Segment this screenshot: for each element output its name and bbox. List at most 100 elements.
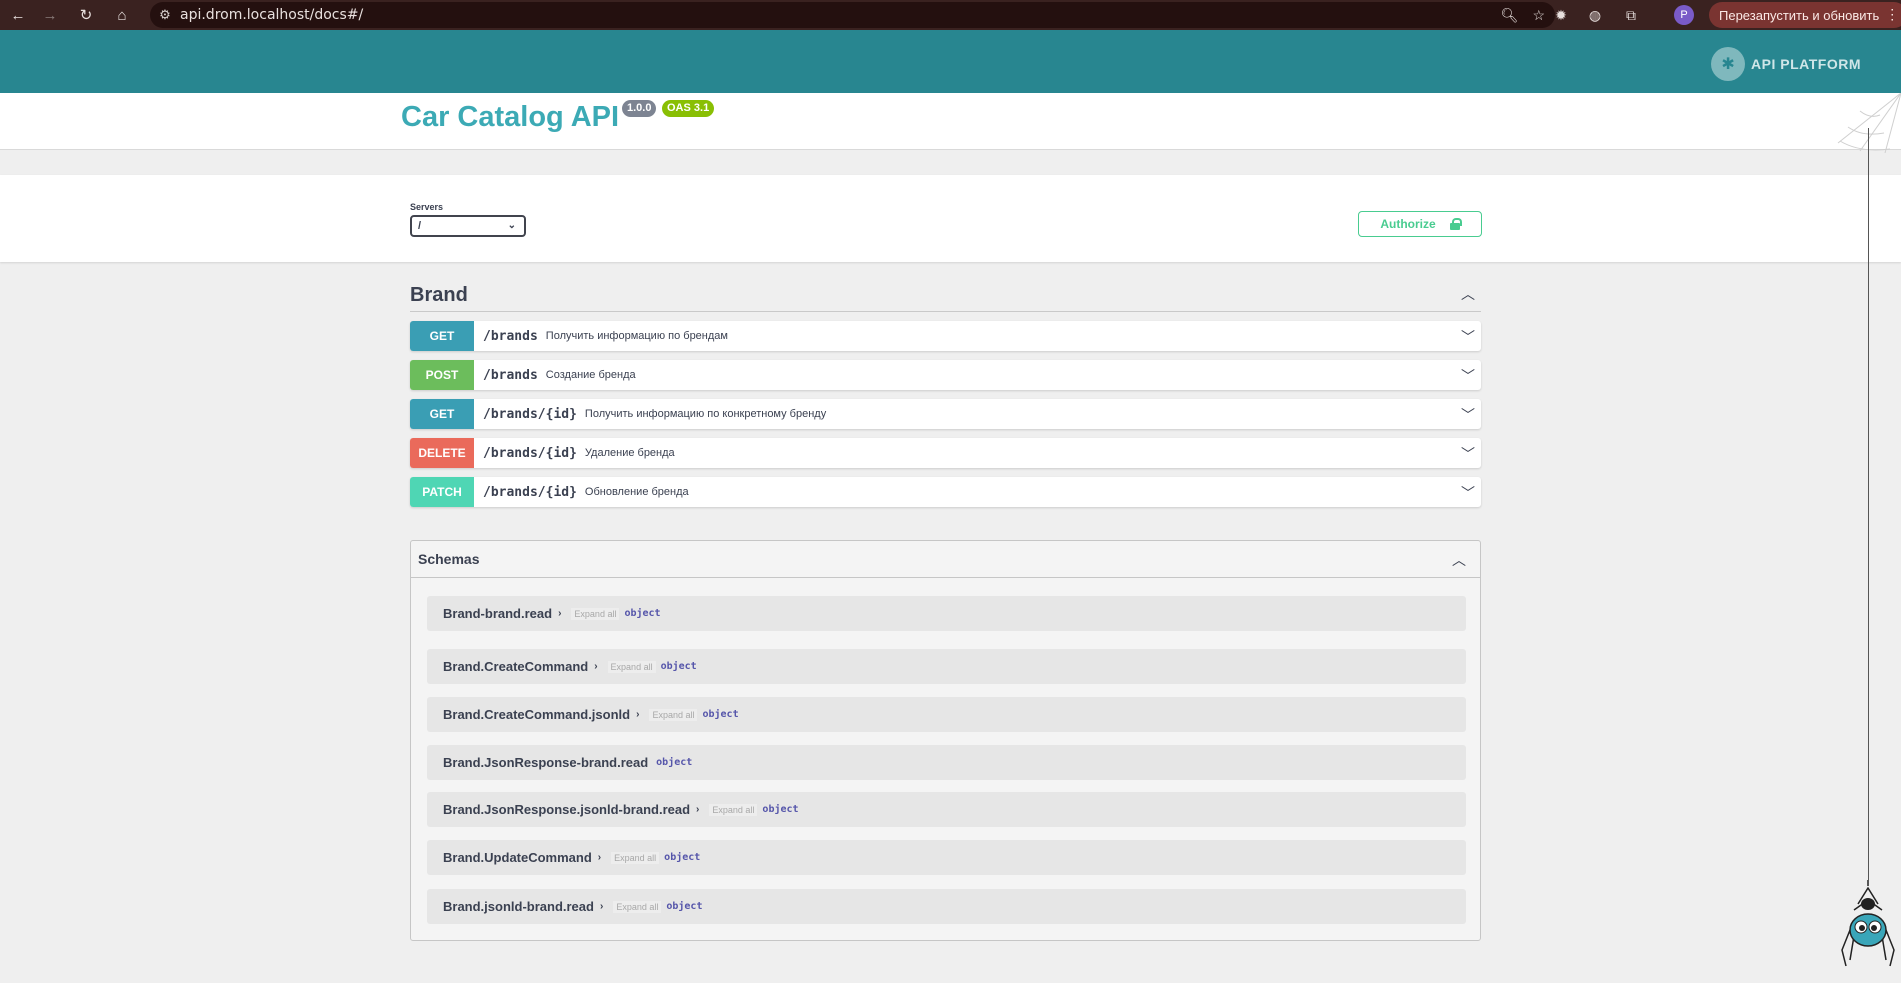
url-text[interactable]: api.drom.localhost/docs#/ (180, 7, 363, 23)
model-name[interactable]: Brand.CreateCommand (443, 659, 588, 674)
tag-brand-header[interactable]: Brand ︿ (410, 280, 1481, 312)
version-badge: 1.0.0 (622, 100, 657, 117)
method-badge: DELETE (410, 438, 474, 468)
forward-icon[interactable]: → (32, 0, 68, 30)
operation-post-brands[interactable]: POST /brands Создание бренда ﹀ (410, 360, 1481, 390)
method-badge: GET (410, 399, 474, 429)
spider-web-icon (1837, 93, 1901, 153)
method-badge: GET (410, 321, 474, 351)
model-name[interactable]: Brand.JsonResponse.jsonld-brand.read (443, 802, 690, 817)
profile-avatar[interactable]: P (1674, 5, 1694, 25)
authorize-button[interactable]: Authorize (1358, 211, 1482, 237)
back-icon[interactable]: ← (0, 0, 36, 30)
api-platform-logo[interactable]: ✱ API PLATFORM (1711, 47, 1861, 81)
operation-get-brand-by-id[interactable]: GET /brands/{id} Получить информацию по … (410, 399, 1481, 429)
tag-title: Brand (410, 284, 468, 306)
browser-toolbar: ← → ↻ ⌂ ⚙ api.drom.localhost/docs#/ 🔍︎ ☆… (0, 0, 1901, 30)
schema-model[interactable]: Brand.jsonld-brand.read › Expand all obj… (427, 889, 1466, 924)
logo-text: API PLATFORM (1751, 56, 1861, 72)
restart-update-button[interactable]: Перезапустить и обновить ⋮ (1709, 2, 1901, 28)
operation-delete-brand[interactable]: DELETE /brands/{id} Удаление бренда ﹀ (410, 438, 1481, 468)
schema-model[interactable]: Brand.CreateCommand › Expand all object (427, 649, 1466, 684)
schemas-header[interactable]: Schemas ︿ (411, 541, 1480, 578)
servers-select[interactable]: / ⌄ (410, 215, 526, 237)
servers-label: Servers (410, 202, 444, 212)
expand-all-button[interactable]: Expand all (709, 803, 758, 816)
model-name[interactable]: Brand.CreateCommand.jsonld (443, 707, 630, 722)
chevron-down-icon[interactable]: ﹀ (1461, 483, 1475, 503)
chevron-right-icon[interactable]: › (594, 661, 597, 672)
chevron-right-icon[interactable]: › (636, 709, 639, 720)
site-settings-icon[interactable]: ⚙ (150, 7, 180, 23)
api-platform-topbar: ✱ API PLATFORM (0, 30, 1901, 93)
operation-path: /brands/{id} (483, 484, 577, 500)
translate-icon[interactable]: ◍ (1580, 0, 1610, 30)
spider-mascot-icon[interactable] (1840, 880, 1896, 970)
model-type: object (656, 757, 693, 768)
expand-all-button[interactable]: Expand all (571, 607, 620, 620)
restart-label: Перезапустить и обновить (1719, 7, 1880, 23)
lock-icon (1449, 218, 1462, 230)
operation-summary: Удаление бренда (584, 447, 675, 459)
schema-model[interactable]: Brand.JsonResponse-brand.read object (427, 745, 1466, 780)
authorize-label: Authorize (1380, 217, 1436, 231)
chevron-down-icon[interactable]: ﹀ (1461, 366, 1475, 386)
operation-get-brands[interactable]: GET /brands Получить информацию по бренд… (410, 321, 1481, 351)
expand-all-button[interactable]: Expand all (611, 851, 660, 864)
method-badge: POST (410, 360, 474, 390)
extension-bug-icon[interactable]: ✹ (1546, 0, 1576, 30)
home-icon[interactable]: ⌂ (104, 0, 140, 30)
chevron-down-icon: ⌄ (507, 220, 516, 231)
model-type: object (624, 608, 661, 619)
operation-path: /brands (483, 328, 538, 344)
model-type: object (666, 901, 703, 912)
chevron-up-icon[interactable]: ︿ (1452, 550, 1466, 570)
chevron-down-icon[interactable]: ﹀ (1461, 405, 1475, 425)
chevron-up-icon[interactable]: ︿ (1461, 284, 1475, 304)
method-badge: PATCH (410, 477, 474, 507)
model-type: object (702, 709, 739, 720)
reload-icon[interactable]: ↻ (68, 0, 104, 30)
model-name[interactable]: Brand.JsonResponse-brand.read (443, 755, 648, 770)
chevron-right-icon[interactable]: › (600, 901, 603, 912)
model-name[interactable]: Brand-brand.read (443, 606, 552, 621)
expand-all-button[interactable]: Expand all (649, 708, 698, 721)
expand-all-button[interactable]: Expand all (607, 660, 656, 673)
operation-path: /brands/{id} (483, 406, 577, 422)
chevron-down-icon[interactable]: ﹀ (1461, 327, 1475, 347)
operation-summary: Получить информацию по конкретному бренд… (584, 408, 827, 420)
api-info: Car Catalog API 1.0.0 OAS 3.1 (0, 93, 1901, 150)
bookmark-star-icon[interactable]: ☆ (1532, 7, 1545, 24)
operation-summary: Получить информацию по брендам (545, 330, 728, 342)
operation-summary: Создание бренда (545, 369, 636, 381)
model-name[interactable]: Brand.UpdateCommand (443, 850, 592, 865)
chevron-right-icon[interactable]: › (558, 608, 561, 619)
menu-kebab-icon[interactable]: ⋮ (1885, 6, 1899, 23)
chevron-right-icon[interactable]: › (696, 804, 699, 815)
servers-selected-value: / (418, 220, 422, 232)
extensions-puzzle-icon[interactable]: ⧉ (1616, 0, 1646, 30)
schema-model[interactable]: Brand-brand.read › Expand all object (427, 596, 1466, 631)
operation-path: /brands (483, 367, 538, 383)
spider-logo-icon: ✱ (1711, 47, 1746, 81)
chevron-right-icon[interactable]: › (598, 852, 601, 863)
operation-summary: Обновление бренда (584, 486, 689, 498)
zoom-icon[interactable]: 🔍︎ (1501, 7, 1519, 24)
chevron-down-icon[interactable]: ﹀ (1461, 444, 1475, 464)
page-title: Car Catalog API (401, 101, 620, 133)
model-type: object (660, 661, 697, 672)
schema-model[interactable]: Brand.UpdateCommand › Expand all object (427, 840, 1466, 875)
operation-patch-brand[interactable]: PATCH /brands/{id} Обновление бренда ﹀ (410, 477, 1481, 507)
oas-badge: OAS 3.1 (662, 100, 715, 117)
model-name[interactable]: Brand.jsonld-brand.read (443, 899, 594, 914)
scheme-container: Servers / ⌄ Authorize (0, 175, 1901, 262)
schema-model[interactable]: Brand.CreateCommand.jsonld › Expand all … (427, 697, 1466, 732)
operation-path: /brands/{id} (483, 445, 577, 461)
schemas-title: Schemas (418, 551, 480, 567)
schemas-section: Schemas ︿ Brand-brand.read › Expand all … (410, 540, 1481, 941)
schema-model[interactable]: Brand.JsonResponse.jsonld-brand.read › E… (427, 792, 1466, 827)
model-type: object (664, 852, 701, 863)
expand-all-button[interactable]: Expand all (613, 900, 662, 913)
model-type: object (762, 804, 799, 815)
address-bar[interactable]: ⚙ api.drom.localhost/docs#/ 🔍︎ ☆ (150, 2, 1555, 28)
